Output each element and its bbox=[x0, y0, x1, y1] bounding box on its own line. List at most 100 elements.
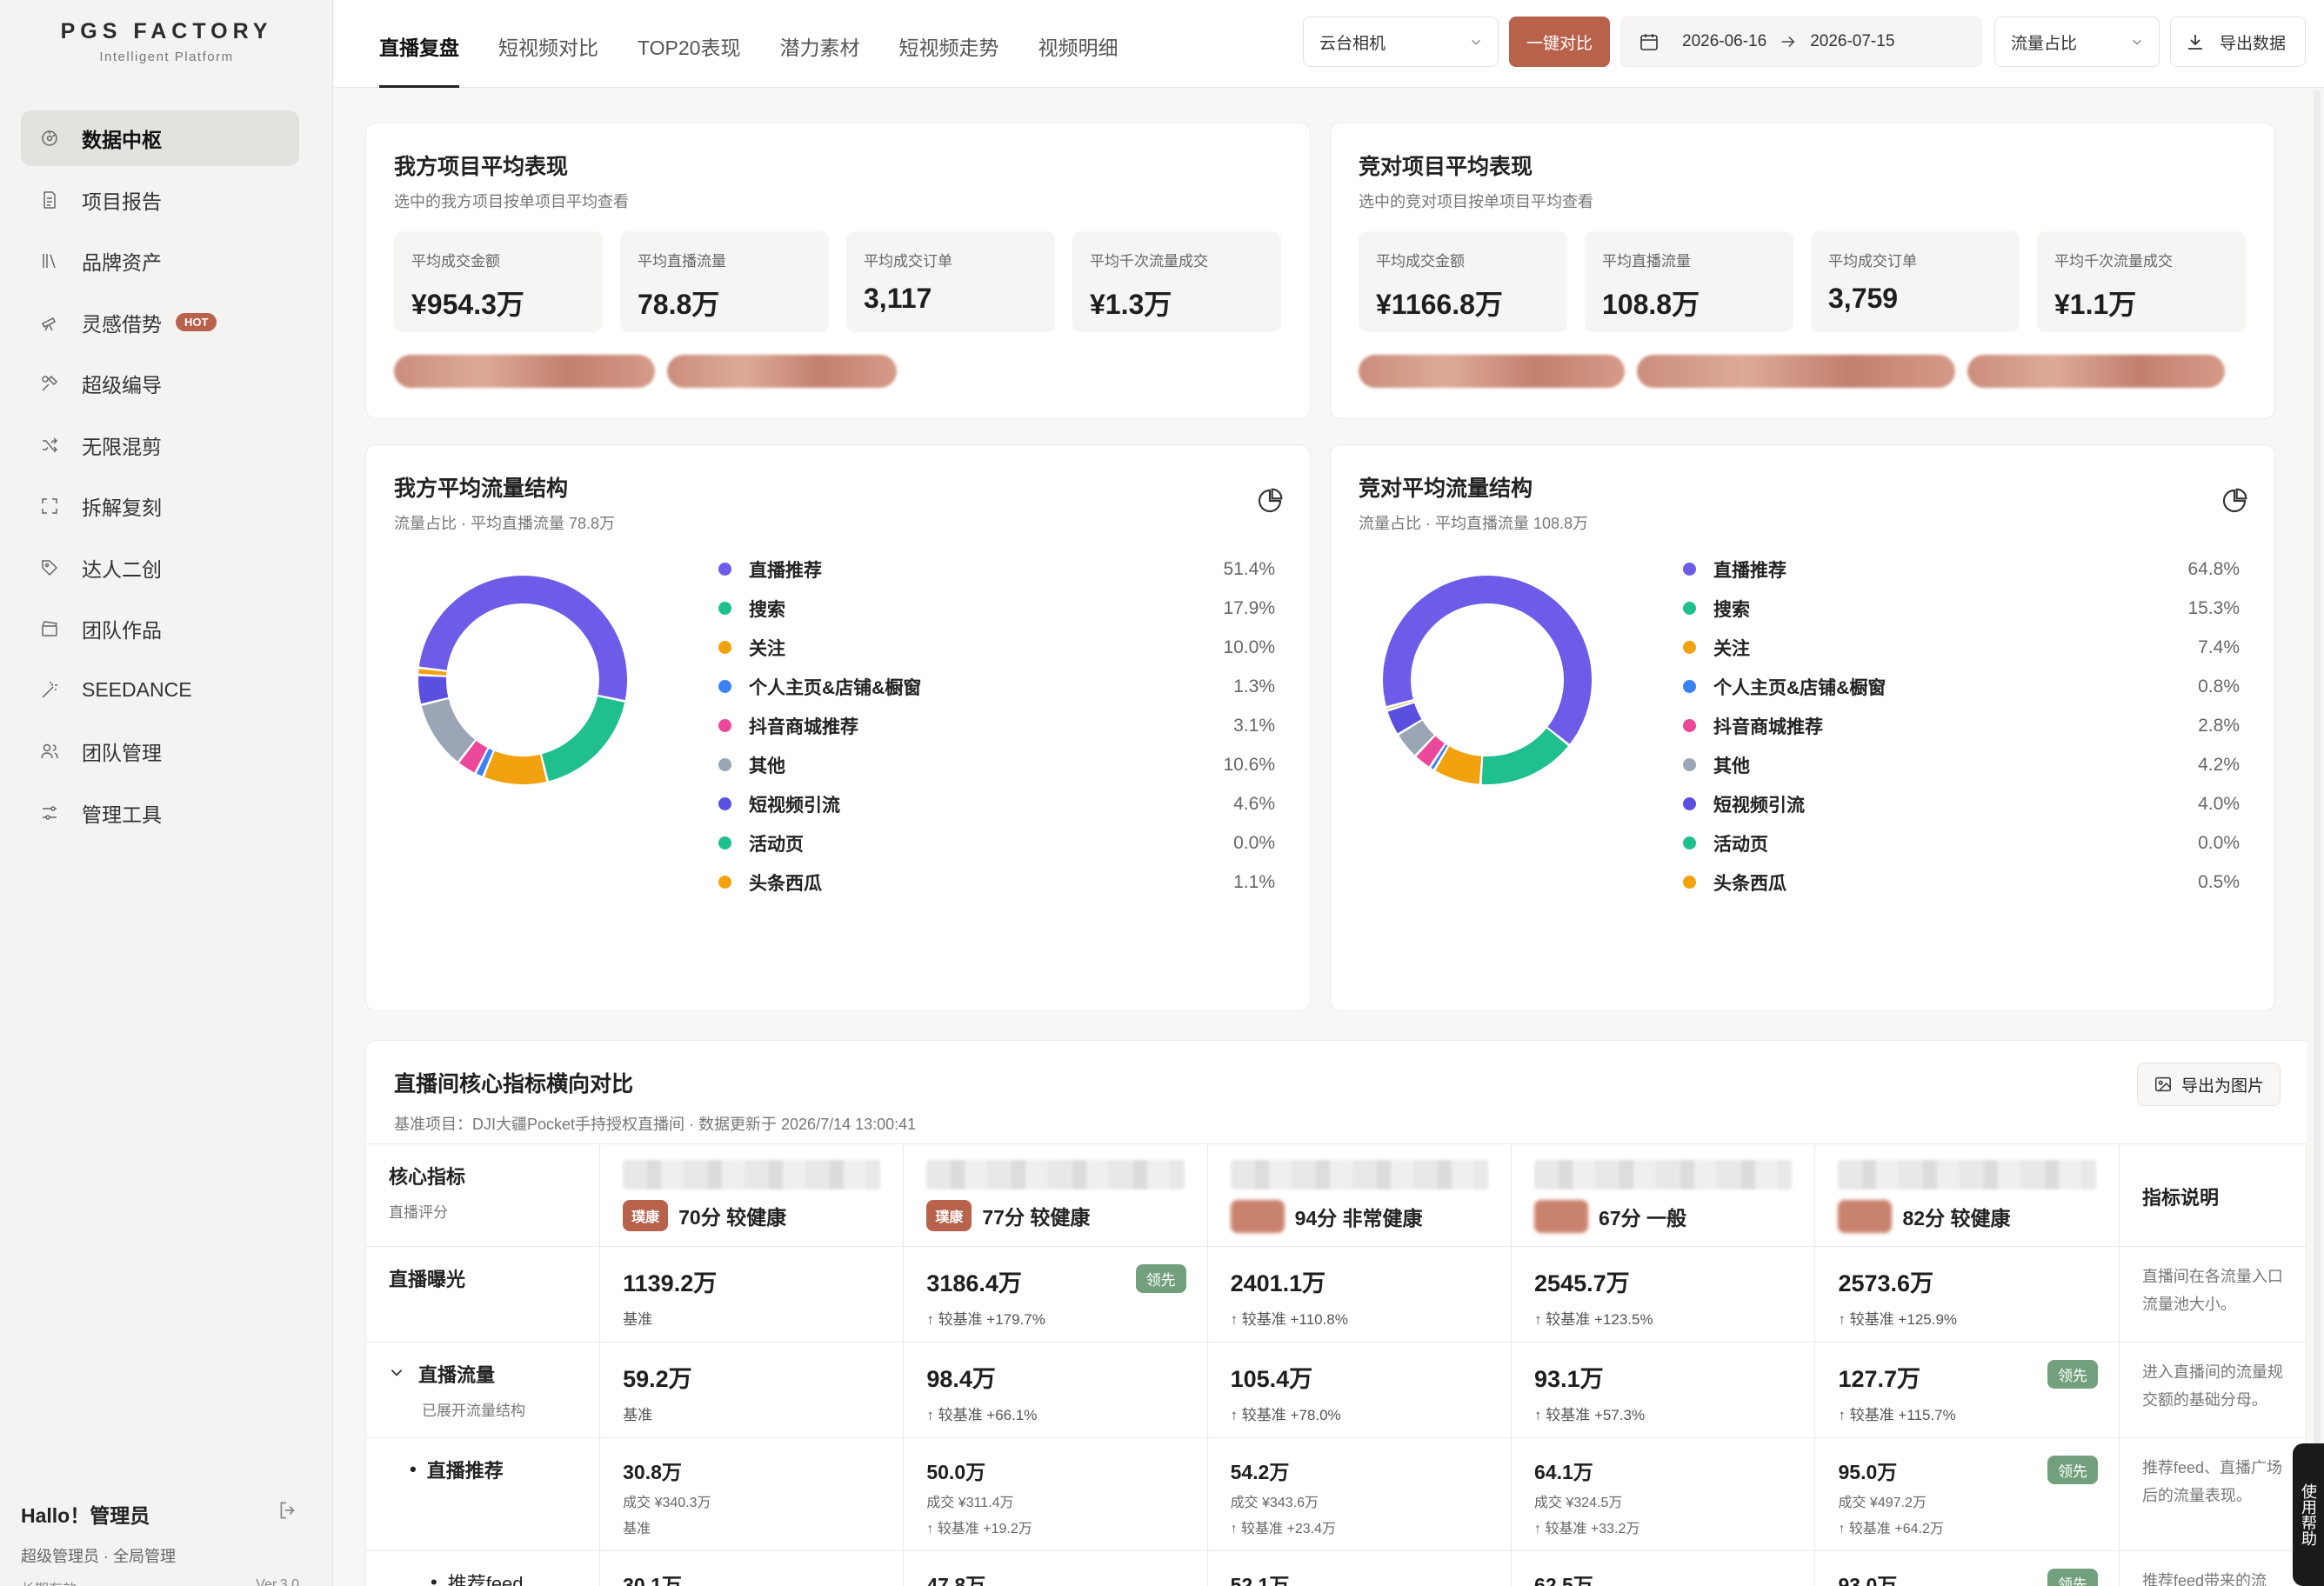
sidebar-item-9[interactable]: 团队作品 bbox=[21, 601, 299, 656]
legend-value: 17.9% bbox=[1223, 597, 1275, 618]
legend-label: 抖音商城推荐 bbox=[749, 716, 858, 737]
donut-slice[interactable] bbox=[418, 676, 449, 704]
tab-5[interactable]: 短视频走势 bbox=[898, 0, 998, 88]
sidebar-item-12[interactable]: 管理工具 bbox=[21, 785, 299, 841]
tab-6[interactable]: 视频明细 bbox=[1038, 0, 1118, 88]
help-button[interactable]: 使用帮助 bbox=[2293, 1443, 2324, 1586]
logo[interactable]: PGS FACTORY Intelligent Platform bbox=[0, 19, 333, 64]
lead-badge: 领先 bbox=[2047, 1360, 2098, 1389]
sidebar-item-11[interactable]: 团队管理 bbox=[21, 723, 299, 779]
legend-item[interactable]: 头条西瓜 1.1% bbox=[718, 863, 1275, 902]
pie-chart-icon[interactable] bbox=[1256, 487, 1284, 515]
sidebar-item-2[interactable]: 项目报告 bbox=[21, 172, 299, 228]
legend-item[interactable]: 活动页 0.0% bbox=[718, 823, 1275, 863]
brand-badge: 璞康 bbox=[926, 1200, 972, 1231]
donut-slice[interactable] bbox=[484, 750, 547, 784]
metric-value: 30.1万 bbox=[623, 1574, 682, 1586]
legend-dot bbox=[718, 876, 731, 889]
project-header-cell[interactable]: 璞康 70分 较健康 bbox=[599, 1143, 905, 1247]
tab-3[interactable]: TOP20表现 bbox=[638, 0, 740, 88]
sidebar-item-6[interactable]: 无限混剪 bbox=[21, 417, 299, 473]
legend-item[interactable]: 短视频引流 4.0% bbox=[1683, 784, 2240, 823]
sidebar-item-8[interactable]: 达人二创 bbox=[21, 540, 299, 596]
tab-1[interactable]: 直播复盘 bbox=[379, 0, 459, 88]
legend-item[interactable]: 其他 4.2% bbox=[1683, 745, 2240, 784]
legend-item[interactable]: 其他 10.6% bbox=[718, 745, 1275, 784]
live-score: 94分 非常健康 bbox=[1294, 1207, 1423, 1229]
legend-item[interactable]: 短视频引流 4.6% bbox=[718, 784, 1275, 823]
metric-desc: 后的流量表现。 bbox=[2141, 1487, 2252, 1504]
legend-label: 头条西瓜 bbox=[1713, 873, 1786, 894]
date-end: 2026-07-15 bbox=[1810, 32, 1895, 50]
metric-delta: 成交 ¥324.5万 bbox=[1534, 1496, 1623, 1510]
metric-value: 105.4万 bbox=[1230, 1366, 1313, 1392]
scan-icon bbox=[38, 495, 61, 517]
sidebar-item-7[interactable]: 拆解复刻 bbox=[21, 478, 299, 534]
metric-delta-secondary: ↑ 较基准 +33.2万 bbox=[1534, 1522, 1640, 1536]
project-header-cell[interactable]: 82分 较健康 bbox=[1814, 1143, 2120, 1247]
legend-item[interactable]: 个人主页&店铺&橱窗 0.8% bbox=[1683, 667, 2240, 706]
legend-item[interactable]: 搜索 15.3% bbox=[1683, 589, 2240, 628]
compare-title: 直播间核心指标横向对比 bbox=[394, 1072, 634, 1096]
sidebar-item-5[interactable]: 超级编导 bbox=[21, 356, 299, 411]
sidebar-item-10[interactable]: SEEDANCE bbox=[21, 663, 299, 718]
export-data-button[interactable]: 导出数据 bbox=[2170, 17, 2306, 67]
sidebar-item-3[interactable]: 品牌资产 bbox=[21, 233, 299, 289]
legend-item[interactable]: 直播推荐 51.4% bbox=[718, 550, 1275, 589]
legend-label: 直播推荐 bbox=[749, 560, 822, 581]
logout-icon[interactable] bbox=[277, 1499, 299, 1522]
redacted-project-name bbox=[1838, 1160, 2096, 1190]
metric-value: 2401.1万 bbox=[1230, 1270, 1326, 1296]
pie-chart-icon[interactable] bbox=[2220, 487, 2248, 515]
legend-item[interactable]: 直播推荐 64.8% bbox=[1683, 550, 2240, 589]
metric-name: 直播曝光 bbox=[389, 1269, 466, 1290]
logo-text: PGS FACTORY bbox=[60, 19, 273, 43]
metric-name-cell[interactable]: 直播流量 已展开流量结构 bbox=[366, 1342, 601, 1438]
donut-slice[interactable] bbox=[421, 698, 475, 762]
donut-slice[interactable] bbox=[541, 696, 625, 782]
metric-desc-cell: 直播间在各流量入口 流量池大小。 bbox=[2119, 1246, 2307, 1343]
legend-item[interactable]: 关注 10.0% bbox=[718, 628, 1275, 667]
date-range-picker[interactable]: 2026-06-16 2026-07-15 bbox=[1620, 17, 1982, 67]
brand-select[interactable]: 云台相机 bbox=[1303, 17, 1499, 67]
legend-dot bbox=[1683, 602, 1696, 615]
legend-item[interactable]: 个人主页&店铺&橱窗 1.3% bbox=[718, 667, 1275, 706]
legend-item[interactable]: 搜索 17.9% bbox=[718, 589, 1275, 628]
date-start: 2026-06-16 bbox=[1682, 32, 1767, 50]
kpi-tile: 平均成交金额 ¥1166.8万 bbox=[1359, 231, 1567, 332]
legend-item[interactable]: 关注 7.4% bbox=[1683, 628, 2240, 667]
sliders-icon bbox=[38, 802, 61, 824]
sidebar-item-label: 拆解复刻 bbox=[82, 496, 162, 519]
legend-item[interactable]: 头条西瓜 0.5% bbox=[1683, 863, 2240, 902]
legend-item[interactable]: 抖音商城推荐 2.8% bbox=[1683, 706, 2240, 745]
metric-value: 62.5万 bbox=[1534, 1574, 1593, 1586]
project-header-cell[interactable]: 璞康 77分 较健康 bbox=[903, 1143, 1208, 1247]
legend-value: 4.6% bbox=[1233, 793, 1275, 814]
legend-label: 直播推荐 bbox=[1713, 560, 1786, 581]
project-header-cell[interactable]: 94分 非常健康 bbox=[1207, 1143, 1513, 1247]
sidebar-item-label: 团队作品 bbox=[82, 619, 162, 642]
sidebar-item-1[interactable]: 数据中枢 bbox=[21, 110, 299, 166]
compare-button[interactable]: 一键对比 bbox=[1509, 17, 1610, 67]
metric-value-cell: 54.2万 成交 ¥343.6万 ↑ 较基准 +23.4万 bbox=[1207, 1437, 1513, 1551]
metric-select[interactable]: 流量占比 bbox=[1994, 17, 2160, 67]
tab-4[interactable]: 潜力素材 bbox=[779, 0, 859, 88]
metric-value-cell: 52.1万成交 ¥332.4万↑ 较基准 +22.0万 bbox=[1207, 1550, 1513, 1586]
scrollbar[interactable] bbox=[2314, 90, 2321, 1586]
project-header-cell[interactable]: 67分 一般 bbox=[1511, 1143, 1816, 1247]
donut-slice[interactable] bbox=[1481, 728, 1568, 784]
legend-value: 10.6% bbox=[1223, 754, 1275, 775]
metric-delta-secondary: ↑ 较基准 +64.2万 bbox=[1838, 1522, 1944, 1536]
export-image-button[interactable]: 导出为图片 bbox=[2136, 1063, 2281, 1106]
legend-item[interactable]: 抖音商城推荐 3.1% bbox=[718, 706, 1275, 745]
compare-row: 直播曝光 1139.2万 基准 3186.4万 ↑ 较基准 +179.7% 领先 2401.… bbox=[366, 1246, 2307, 1343]
donut-slice[interactable] bbox=[418, 669, 447, 676]
kpi-value: 3,117 bbox=[864, 283, 932, 314]
tab-2[interactable]: 短视频对比 bbox=[498, 0, 598, 88]
donut-slice[interactable] bbox=[419, 576, 627, 701]
metric-desc-cell: 进入直播间的流量规 交额的基础分母。 bbox=[2119, 1342, 2307, 1438]
brand-badge: 璞康 bbox=[623, 1200, 669, 1231]
legend-item[interactable]: 活动页 0.0% bbox=[1683, 823, 2240, 863]
sidebar-item-4[interactable]: 灵感借势 HOT bbox=[21, 295, 299, 350]
chevron-down-icon[interactable] bbox=[389, 1363, 404, 1385]
